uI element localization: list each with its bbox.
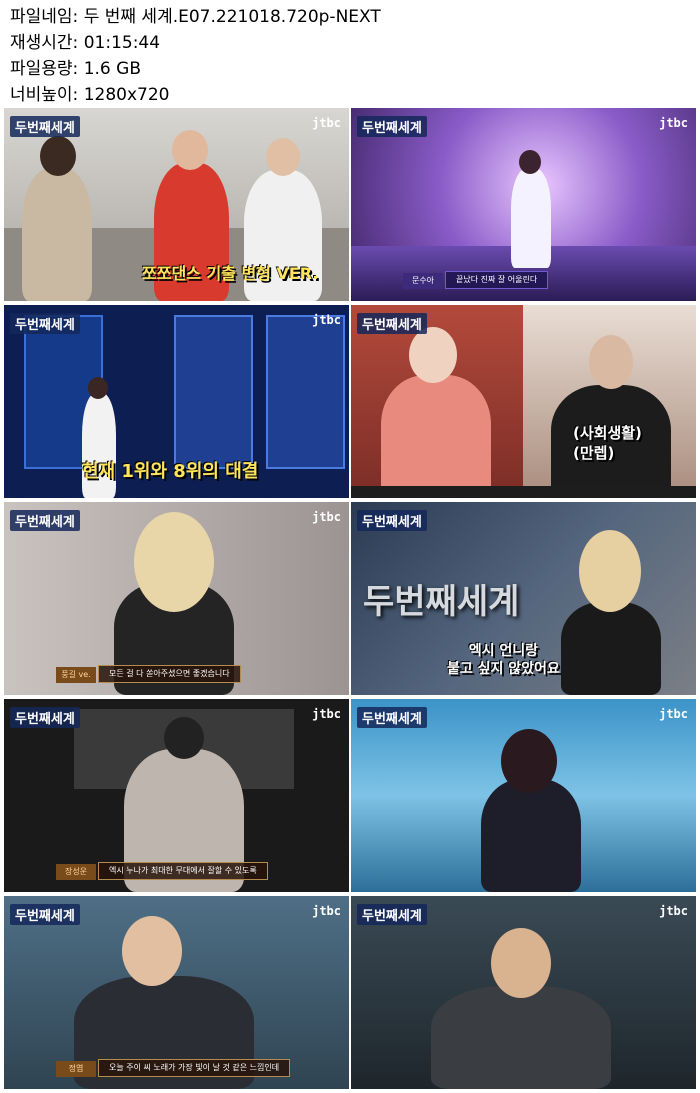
- duration-row: 재생시간: 01:15:44: [10, 30, 381, 56]
- caption: 엑시 언니랑 붙고 싶지 않았어요: [447, 643, 560, 677]
- thumbnail-2[interactable]: 두번째세계 jtbc 문수아 끝났다 진짜 잘 어울린다: [351, 108, 696, 301]
- logo: 두번째세계: [357, 510, 427, 531]
- filename-row: 파일네임: 두 번째 세계.E07.221018.720p-NEXT: [10, 4, 381, 30]
- thumbnail-3[interactable]: 두번째세계 jtbc 현재 1위와 8위의 대결: [4, 305, 349, 498]
- subtitle: 엑시 누나가 최대한 무대에서 잘할 수 있도록: [98, 862, 268, 880]
- logo: 두번째세계: [10, 116, 80, 137]
- thumbnail-4[interactable]: 두번째세계 (사회생활) (만렙): [351, 305, 696, 498]
- thumbnail-5[interactable]: 두번째세계 jtbc 풍길 ve. 모든 걸 다 쏟아주셨으면 좋겠습니다: [4, 502, 349, 695]
- logo: 두번째세계: [10, 707, 80, 728]
- thumbnail-1[interactable]: 두번째세계 jtbc 쪼쪼댄스 기출 변형 VER.: [4, 108, 349, 301]
- subtitle: 오늘 주이 씨 노래가 가장 빛이 날 것 같은 느낌인데: [98, 1059, 291, 1077]
- logo: 두번째세계: [10, 904, 80, 925]
- filename-label: 파일네임:: [10, 7, 79, 27]
- broadcaster-logo: jtbc: [659, 116, 688, 130]
- thumbnail-9[interactable]: 두번째세계 jtbc 정엽 오늘 주이 씨 노래가 가장 빛이 날 것 같은 느…: [4, 896, 349, 1089]
- caption: 쪼쪼댄스 기출 변형 VER.: [142, 264, 319, 283]
- speaker-name: 정엽: [56, 1061, 96, 1077]
- subtitle: 모든 걸 다 쏟아주셨으면 좋겠습니다: [98, 665, 241, 683]
- resolution-value: 1280x720: [83, 85, 170, 105]
- broadcaster-logo: jtbc: [659, 904, 688, 918]
- title-text: 두번째세계: [363, 582, 520, 622]
- duration-label: 재생시간:: [10, 33, 79, 53]
- caption: (사회생활) (만렙): [573, 424, 642, 462]
- caption: 현재 1위와 8위의 대결: [82, 461, 259, 482]
- duration-value: 01:15:44: [83, 33, 161, 53]
- logo: 두번째세계: [10, 510, 80, 531]
- filesize-label: 파일용량:: [10, 59, 79, 79]
- thumbnail-8[interactable]: 두번째세계 jtbc: [351, 699, 696, 892]
- logo: 두번째세계: [357, 904, 427, 925]
- filename-value: 두 번째 세계.E07.221018.720p-NEXT: [83, 7, 381, 27]
- filesize-value: 1.6 GB: [83, 59, 141, 79]
- thumbnail-6[interactable]: 두번째세계 두번째세계 엑시 언니랑 붙고 싶지 않았어요: [351, 502, 696, 695]
- broadcaster-logo: jtbc: [659, 707, 688, 721]
- logo: 두번째세계: [357, 116, 427, 137]
- subtitle: 끝났다 진짜 잘 어울린다: [445, 271, 549, 289]
- file-info: 파일네임: 두 번째 세계.E07.221018.720p-NEXT 재생시간:…: [10, 4, 381, 108]
- logo: 두번째세계: [10, 313, 80, 334]
- thumbnail-7[interactable]: 두번째세계 jtbc 장성운 엑시 누나가 최대한 무대에서 잘할 수 있도록: [4, 699, 349, 892]
- speaker-name: 문수아: [403, 273, 443, 289]
- broadcaster-logo: jtbc: [312, 510, 341, 524]
- logo: 두번째세계: [357, 313, 427, 334]
- thumbnail-10[interactable]: 두번째세계 jtbc: [351, 896, 696, 1089]
- speaker-name: 풍길 ve.: [56, 667, 96, 683]
- resolution-row: 너비높이: 1280x720: [10, 82, 381, 108]
- broadcaster-logo: jtbc: [312, 313, 341, 327]
- speaker-name: 장성운: [56, 864, 96, 880]
- broadcaster-logo: jtbc: [312, 707, 341, 721]
- broadcaster-logo: jtbc: [312, 116, 341, 130]
- resolution-label: 너비높이:: [10, 85, 79, 105]
- logo: 두번째세계: [357, 707, 427, 728]
- broadcaster-logo: jtbc: [312, 904, 341, 918]
- filesize-row: 파일용량: 1.6 GB: [10, 56, 381, 82]
